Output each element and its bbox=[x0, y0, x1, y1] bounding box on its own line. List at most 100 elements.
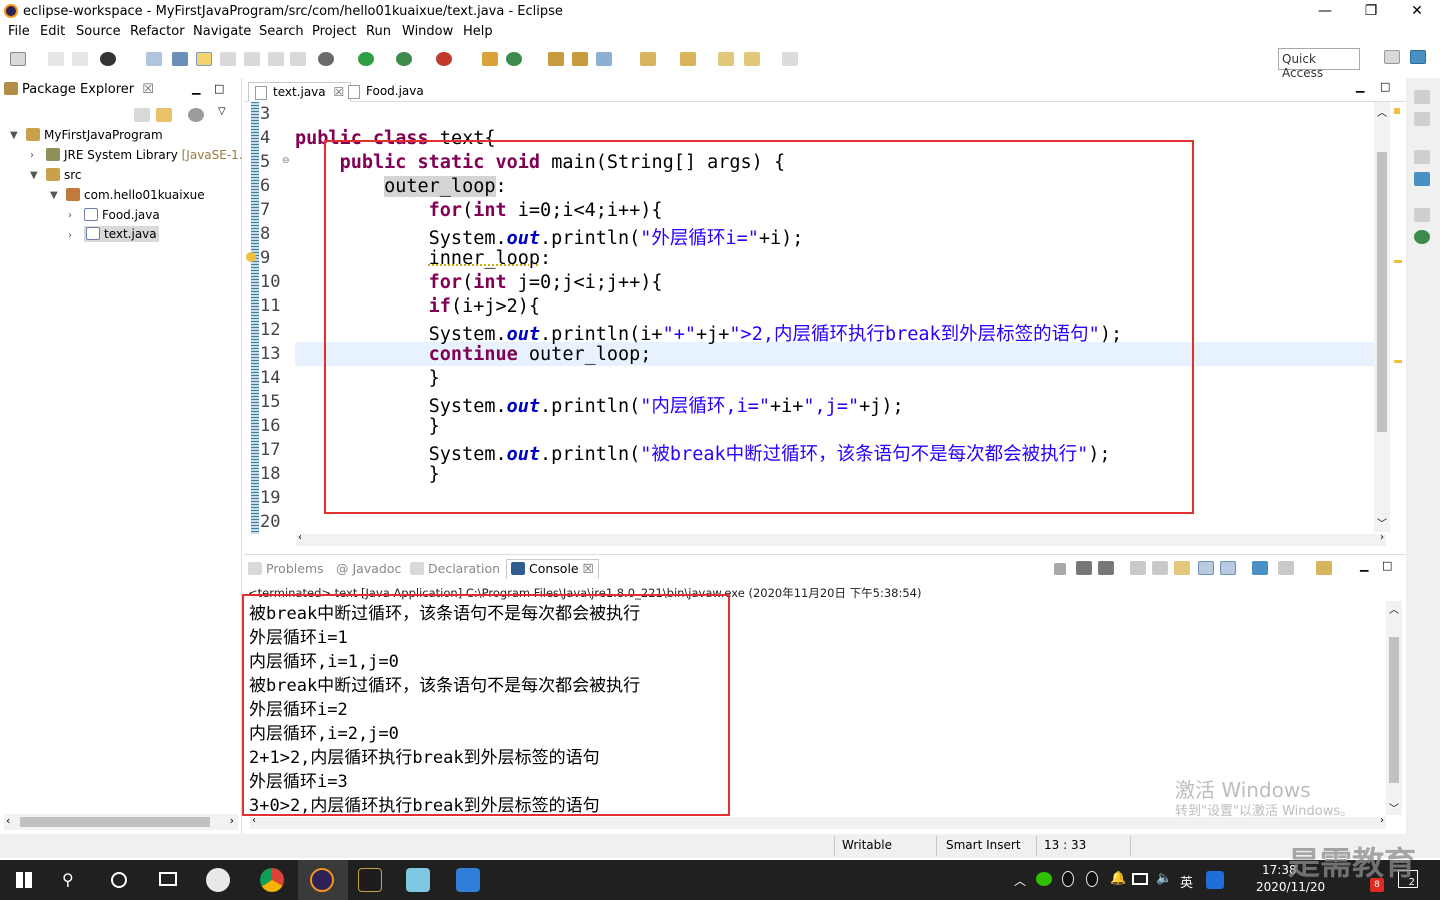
save-icon[interactable] bbox=[48, 52, 64, 66]
minimize-view-icon[interactable]: ▁ bbox=[1360, 559, 1368, 572]
open-folder-icon[interactable] bbox=[572, 52, 588, 66]
tree-item-package[interactable]: com.hello01kuaixue bbox=[66, 188, 205, 202]
chevron-right-icon[interactable]: › bbox=[68, 210, 72, 221]
new-java-project-icon[interactable] bbox=[482, 52, 498, 66]
open-type-icon[interactable] bbox=[172, 52, 188, 66]
new-icon[interactable] bbox=[10, 52, 26, 66]
close-button[interactable]: ✕ bbox=[1394, 0, 1440, 22]
external-tools-icon[interactable] bbox=[436, 52, 452, 66]
menu-help[interactable]: Help bbox=[463, 24, 493, 39]
open-task-icon[interactable] bbox=[548, 52, 564, 66]
menu-file[interactable]: File bbox=[8, 24, 30, 39]
overview-ruler-marker[interactable] bbox=[1394, 260, 1402, 263]
chevron-right-icon[interactable]: › bbox=[30, 150, 34, 161]
tree-item-project[interactable]: MyFirstJavaProgram bbox=[26, 128, 163, 142]
tree-item-text-java[interactable]: text.java bbox=[84, 226, 159, 242]
chevron-down-icon[interactable]: ▼ bbox=[30, 170, 38, 181]
qq-icon[interactable] bbox=[1086, 871, 1098, 887]
skip-breakpoints-icon[interactable] bbox=[146, 52, 162, 66]
ime-indicator[interactable]: 英 bbox=[1180, 872, 1193, 891]
fold-icon[interactable]: ⊖ bbox=[282, 156, 290, 166]
sogou-icon[interactable] bbox=[1206, 871, 1224, 889]
remove-launch-icon[interactable] bbox=[1076, 561, 1092, 575]
restore-icon[interactable] bbox=[1414, 208, 1430, 222]
menu-search[interactable]: Search bbox=[259, 24, 304, 39]
minimize-view-icon[interactable]: ▁ bbox=[192, 82, 200, 95]
minimize-view-icon[interactable]: ▁ bbox=[1356, 80, 1364, 93]
hierarchy-icon[interactable] bbox=[1414, 172, 1430, 186]
link-editor-icon[interactable] bbox=[156, 108, 172, 122]
maximize-view-icon[interactable]: □ bbox=[1382, 559, 1392, 572]
display-console-icon[interactable] bbox=[1278, 561, 1294, 575]
scroll-lock-icon[interactable] bbox=[1152, 561, 1168, 575]
chrome-icon[interactable] bbox=[260, 868, 284, 892]
close-icon[interactable]: ☒ bbox=[583, 561, 594, 576]
mark-occurrences-icon[interactable] bbox=[196, 52, 212, 66]
chevron-right-icon[interactable]: › bbox=[68, 230, 72, 241]
maximize-view-icon[interactable]: □ bbox=[1380, 80, 1390, 93]
minimize-button[interactable]: — bbox=[1302, 0, 1348, 22]
editor-vertical-scrollbar[interactable]: ︿ ﹀ bbox=[1374, 102, 1390, 532]
menu-edit[interactable]: Edit bbox=[40, 24, 65, 39]
package-explorer-tab[interactable]: Package Explorer ☒ bbox=[4, 82, 154, 97]
eclipse-taskbar-icon[interactable] bbox=[310, 868, 334, 892]
tab-text-java[interactable]: text.java ☒ bbox=[248, 82, 352, 102]
pinwheel-app-icon[interactable] bbox=[206, 868, 230, 892]
run-icon[interactable] bbox=[358, 52, 374, 66]
debug-icon[interactable] bbox=[318, 52, 334, 66]
close-icon[interactable]: ☒ bbox=[142, 82, 154, 97]
remove-all-icon[interactable] bbox=[1098, 561, 1114, 575]
terminate-icon[interactable] bbox=[1054, 563, 1066, 575]
console-vertical-scrollbar[interactable]: ︿ ﹀ bbox=[1386, 601, 1402, 815]
java-perspective-icon[interactable] bbox=[1410, 50, 1426, 64]
warning-icon[interactable] bbox=[246, 252, 256, 262]
back-icon[interactable] bbox=[744, 52, 760, 66]
menu-project[interactable]: Project bbox=[312, 24, 356, 39]
menu-navigate[interactable]: Navigate bbox=[193, 24, 251, 39]
tab-problems[interactable]: Problems bbox=[248, 561, 324, 576]
qq-icon[interactable] bbox=[1062, 871, 1074, 887]
pin-console-icon[interactable] bbox=[1252, 561, 1268, 575]
tree-item-src[interactable]: src bbox=[46, 168, 82, 182]
chevron-down-icon[interactable]: ▼ bbox=[50, 190, 58, 201]
tab-javadoc[interactable]: @ Javadoc bbox=[336, 561, 401, 576]
save-all-icon[interactable] bbox=[72, 52, 88, 66]
new-class-icon[interactable] bbox=[506, 52, 522, 66]
previous-annotation-icon[interactable] bbox=[680, 52, 696, 66]
search-icon[interactable]: ⚲ bbox=[62, 870, 74, 889]
view-menu-icon[interactable]: ▽ bbox=[218, 106, 226, 117]
show-whitespace-icon[interactable] bbox=[244, 52, 260, 66]
tray-chevron-up-icon[interactable]: ︿ bbox=[1014, 872, 1026, 889]
next-annotation-icon[interactable] bbox=[640, 52, 656, 66]
tree-item-food-java[interactable]: Food.java bbox=[84, 208, 160, 222]
volume-icon[interactable]: 🔈 bbox=[1156, 871, 1172, 886]
search-icon[interactable] bbox=[596, 52, 612, 66]
restore-icon[interactable] bbox=[1414, 150, 1430, 164]
filter-icon[interactable] bbox=[188, 108, 204, 122]
open-console-icon[interactable] bbox=[1316, 561, 1332, 575]
menu-source[interactable]: Source bbox=[76, 24, 121, 39]
coverage-icon[interactable] bbox=[396, 52, 412, 66]
menu-refactor[interactable]: Refactor bbox=[130, 24, 185, 39]
notification-bell-icon[interactable]: 🔔 bbox=[1110, 871, 1126, 886]
windows-start-icon[interactable] bbox=[16, 872, 32, 888]
chevron-down-icon[interactable]: ▼ bbox=[10, 130, 18, 141]
tab-console[interactable]: Console ☒ bbox=[506, 559, 599, 579]
collapse-all-icon[interactable] bbox=[134, 108, 150, 122]
horizontal-scrollbar[interactable]: ‹ › bbox=[4, 814, 238, 830]
menu-run[interactable]: Run bbox=[366, 24, 391, 39]
wps-icon[interactable] bbox=[456, 868, 480, 892]
last-edit-icon[interactable] bbox=[718, 52, 734, 66]
outline-icon[interactable] bbox=[1414, 112, 1430, 126]
quick-access-field[interactable]: Quick Access bbox=[1278, 48, 1360, 80]
maximize-view-icon[interactable]: □ bbox=[214, 82, 224, 95]
wechat-icon[interactable] bbox=[1036, 872, 1052, 886]
open-perspective-icon[interactable] bbox=[1384, 50, 1400, 64]
maximize-button[interactable]: ❐ bbox=[1348, 0, 1394, 22]
app-icon[interactable] bbox=[358, 868, 382, 892]
tree-item-jre[interactable]: JRE System Library [JavaSE-1. bbox=[46, 148, 243, 162]
terminal-icon[interactable] bbox=[100, 52, 116, 66]
block-selection-icon[interactable] bbox=[290, 52, 306, 66]
menu-window[interactable]: Window bbox=[402, 24, 453, 39]
cortana-icon[interactable] bbox=[111, 872, 127, 888]
